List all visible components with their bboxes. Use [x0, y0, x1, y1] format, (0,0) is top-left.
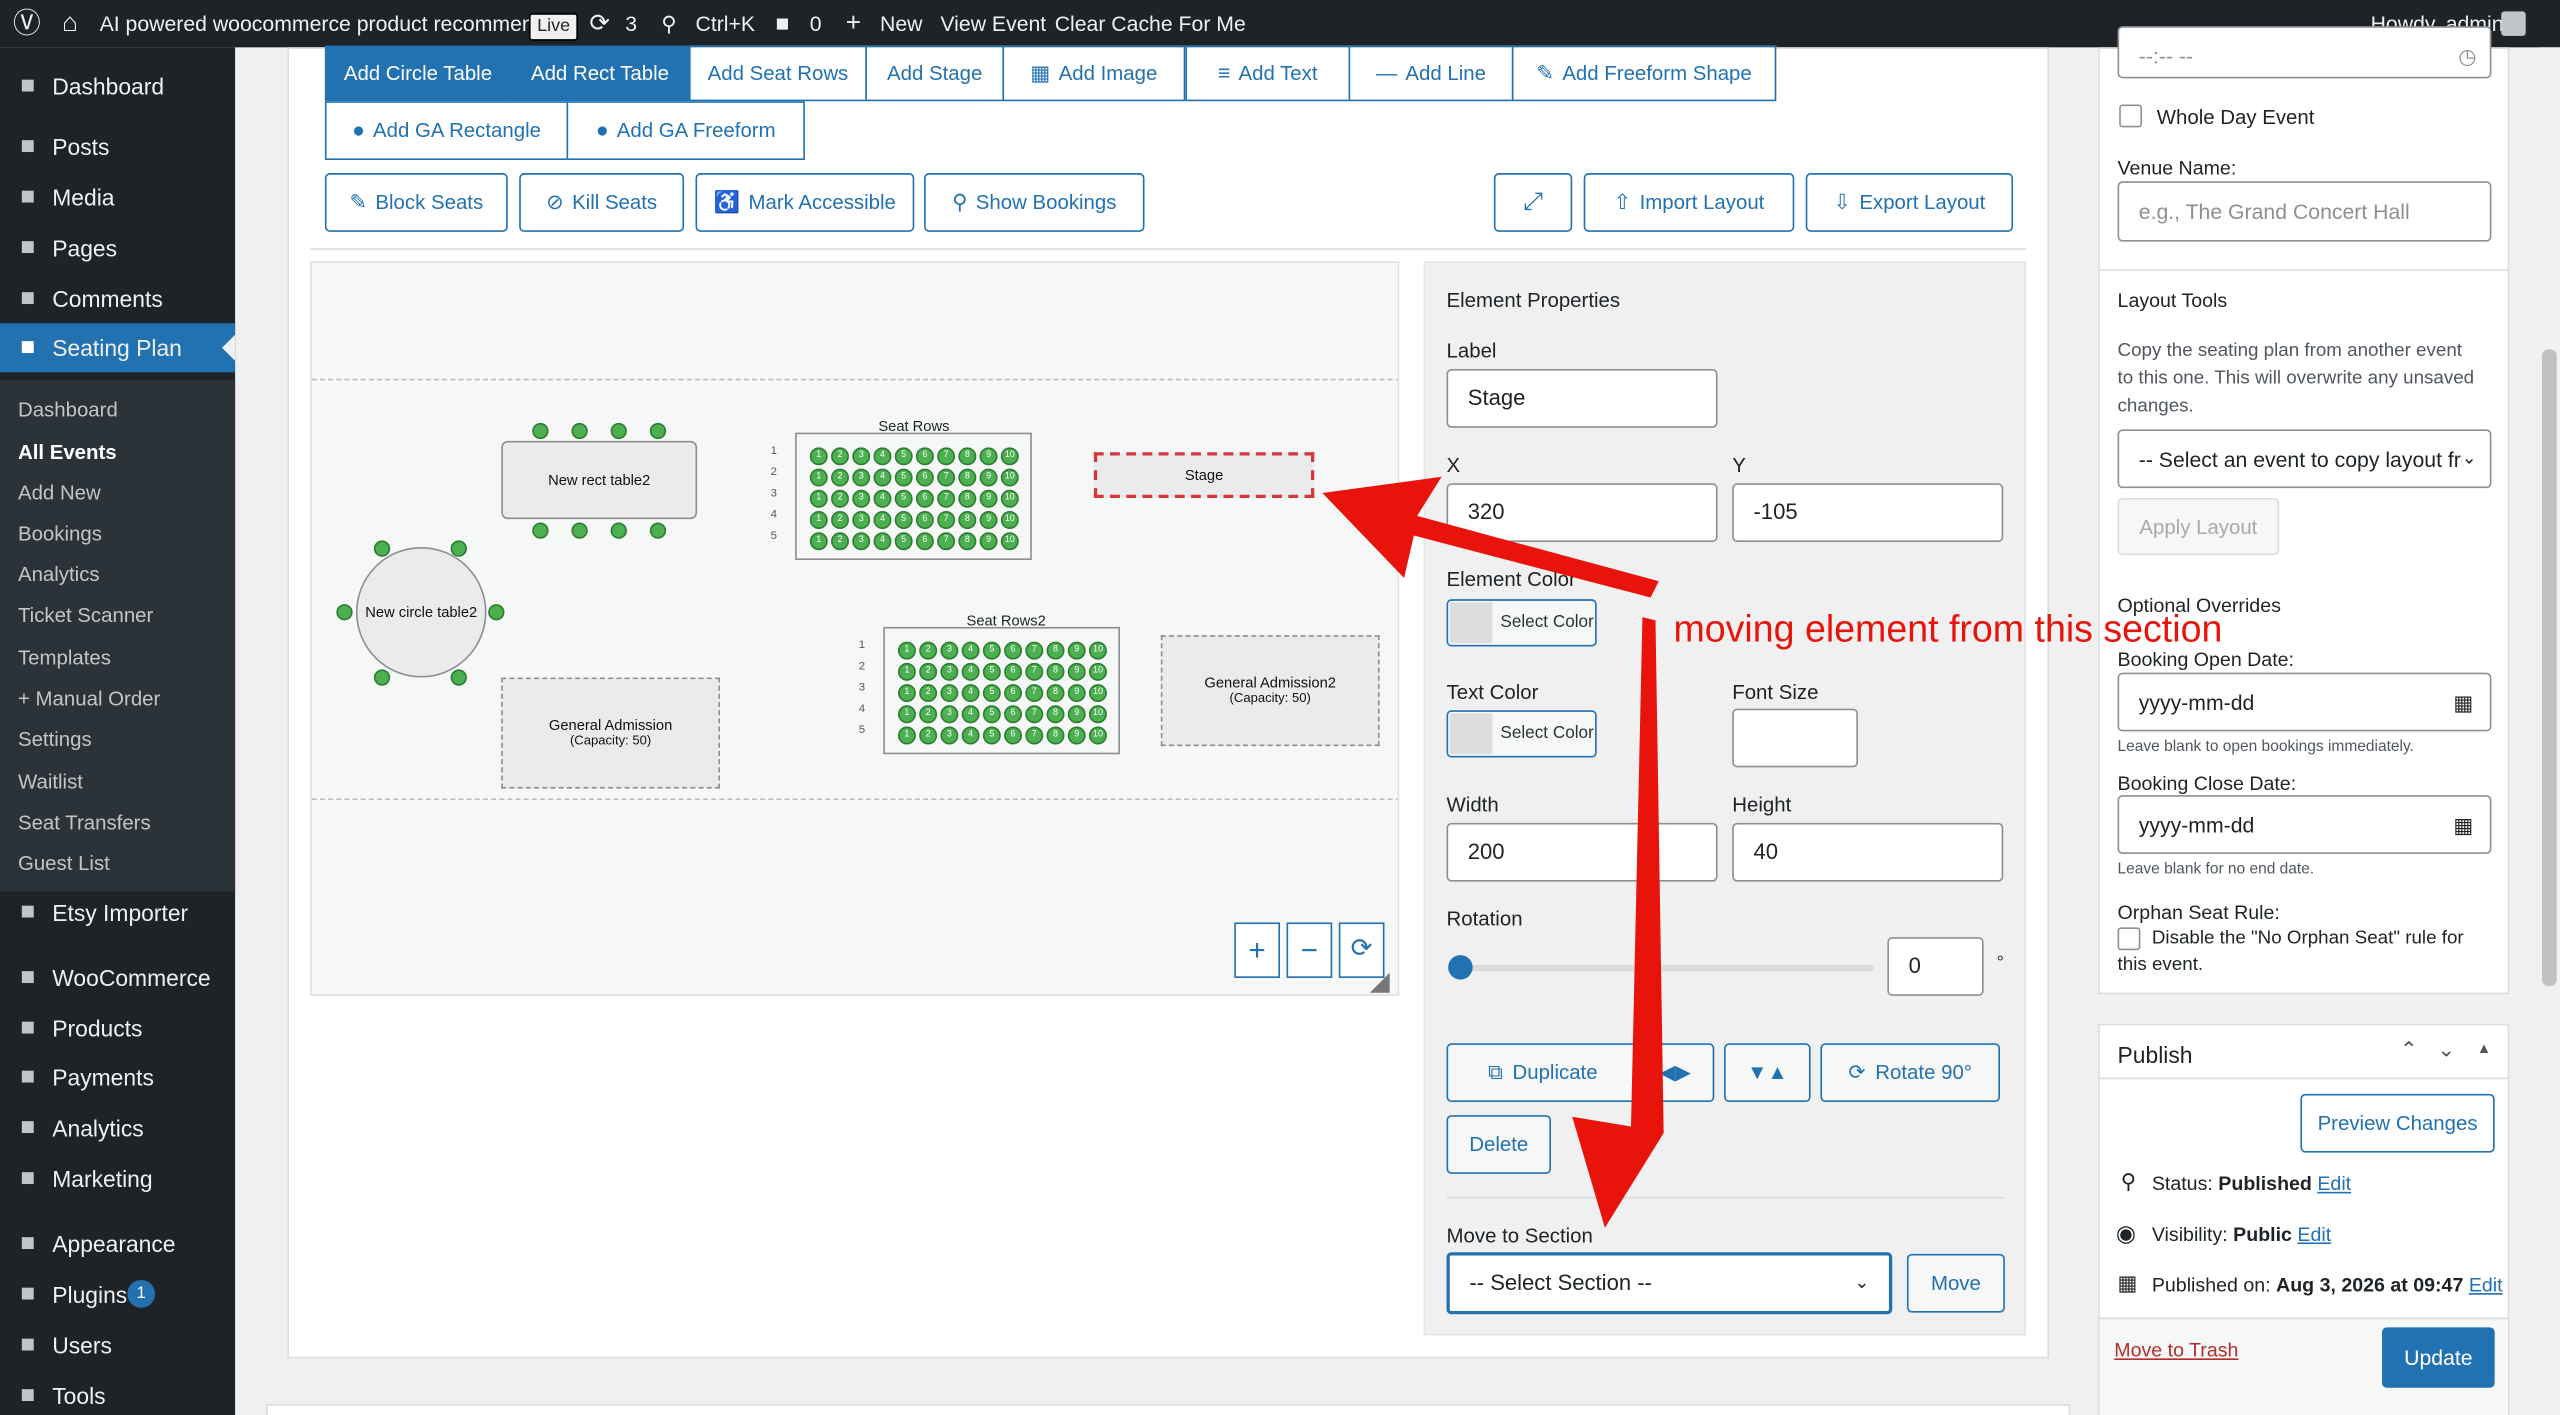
- annotation-text: moving element from this section: [1673, 607, 2223, 650]
- annotation-arrows: [1322, 476, 1664, 1228]
- arrow-to-section-select: [1572, 617, 1664, 1228]
- arrow-to-stage: [1322, 476, 1659, 598]
- viewport: Ⓥ ⌂ AI powered woocommerce product recom…: [0, 0, 2560, 1415]
